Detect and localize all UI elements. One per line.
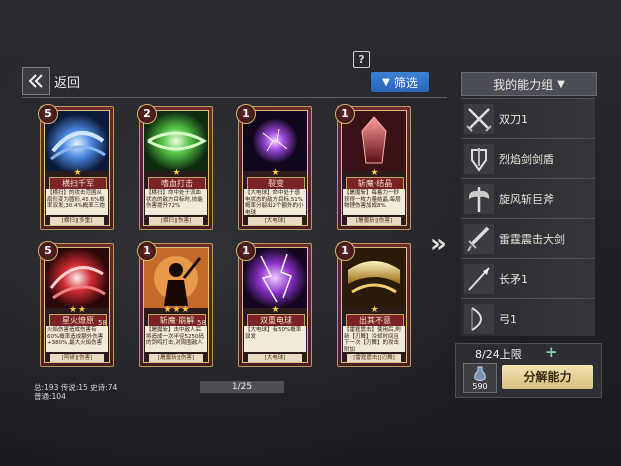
stats-line-2: 普通:104 — [34, 392, 66, 401]
card-tag: [阿研][伤害] — [50, 354, 104, 362]
limit-text: 8/24上限 — [475, 348, 522, 361]
ability-card[interactable]: 1 ★ ★ ★ 斩魔·崩解 58 【屠魔斩】击中敌人后将造成一次半径5250码的剑鸣打击… — [137, 241, 213, 367]
ability-card[interactable]: 1 ★ 双重电球 【大电球】有50%概率双发 [大电球] — [236, 241, 312, 367]
ability-group-item[interactable]: 弓1 — [461, 298, 595, 336]
ability-group-item-label: 旋风斩巨斧 — [499, 193, 554, 206]
ability-card[interactable]: 1 ★ 出其不意 【雷霆震击】使用后,刷新【刃舞】冷却时间且下一次【刃舞】的攻击附加[… — [335, 241, 411, 367]
sword-shield-icon — [464, 144, 494, 174]
card-tag: [大电球] — [248, 354, 302, 362]
ability-group-item-label: 烈焰剑剑盾 — [499, 153, 554, 166]
double-chevron-left-icon — [28, 74, 43, 88]
card-tag: [屠魔斩][伤害] — [149, 354, 203, 362]
resource-count: 590 — [472, 382, 488, 391]
ability-card[interactable]: 1 ★ 斩魔·结晶 【屠魔斩】每着力一秒获得一枚力量结晶,每层物理伤害加成8% [屠魔斩… — [335, 104, 411, 230]
great-sword-icon — [464, 224, 494, 254]
filter-label: 筛选 — [393, 75, 418, 90]
card-cost: 1 — [335, 104, 355, 124]
card-cost: 1 — [137, 241, 157, 261]
help-icon[interactable]: ? — [353, 51, 370, 68]
ability-group-item[interactable]: 双刀1 — [461, 98, 595, 139]
card-description: 【横扫】的攻击范围从扇形变为圆形,45.6%概率双发,30.4%概率三炮 — [46, 189, 108, 215]
resource-slot: 590 — [463, 363, 497, 393]
plus-icon[interactable]: + — [545, 343, 558, 361]
card-cost: 1 — [236, 104, 256, 124]
ability-group-item-label: 弓1 — [499, 313, 517, 326]
ability-card[interactable]: 1 ★ 裂变 【大电球】命中处于感电状态的敌方目标,51%概率分裂出2个额外的小电球[… — [236, 104, 312, 230]
card-description: 【雷霆震击】使用后,刷新【刃舞】冷却时间且下一次【刃舞】的攻击附加 — [343, 326, 405, 352]
dropdown-triangle-icon: ▼ — [557, 78, 565, 90]
filter-triangle-icon: ▼ — [382, 76, 390, 88]
ability-group-item[interactable]: 烈焰剑剑盾 — [461, 138, 595, 179]
ability-group-item[interactable]: 旋风斩巨斧 — [461, 178, 595, 219]
card-cost: 5 — [38, 241, 58, 261]
card-description: 【大电球】命中处于感电状态的敌方目标,51%概率分裂出2个额外的小电球 — [244, 189, 306, 215]
card-stats: 总:193 传说:15 史诗:74 普通:104 — [34, 383, 117, 401]
potion-icon — [474, 366, 486, 381]
ability-card[interactable]: 2 ★ 嗜血打击 【横扫】命中处于流血状态的敌方目标时,技能伤害提升72% [横扫][伤… — [137, 104, 213, 230]
header-divider — [22, 97, 447, 98]
stats-line-1: 总:193 传说:15 史诗:74 — [34, 383, 118, 392]
back-label[interactable]: 返回 — [54, 72, 80, 91]
card-description: 【横扫】命中处于流血状态的敌方目标时,技能伤害提升72% — [145, 189, 207, 215]
ability-group-item-label: 雷霆震击大剑 — [499, 233, 565, 246]
card-tag: [雷霆震击][刃舞] — [347, 354, 401, 362]
bow-icon — [464, 304, 494, 334]
decompose-button[interactable]: 分解能力 — [502, 365, 593, 389]
card-description: 【大电球】有50%概率双发 — [244, 326, 306, 352]
card-description: 【屠魔斩】击中敌人后将造成一次半径5250码的剑鸣打击,对周围敌人 — [145, 326, 207, 352]
card-cost: 1 — [335, 241, 355, 261]
spear-icon — [464, 264, 494, 294]
card-cost: 5 — [38, 104, 58, 124]
card-tag: [大电球] — [248, 217, 302, 225]
ability-group-label: 我的能力组 — [493, 77, 554, 92]
double-chevron-right-icon[interactable]: » — [430, 229, 447, 259]
card-description: 火焰伤害造成伤害有60%概率造成额外伤害+380%,最大火焰伤害 — [46, 326, 108, 352]
ability-group-item[interactable]: 长矛1 — [461, 258, 595, 299]
card-cost: 1 — [236, 241, 256, 261]
ability-group-item-label: 长矛1 — [499, 273, 528, 286]
ability-group-item-label: 双刀1 — [499, 113, 528, 126]
page-indicator: 1/25 — [200, 381, 284, 393]
back-button[interactable] — [22, 67, 50, 95]
dual-blade-icon — [464, 104, 494, 134]
card-description: 【屠魔斩】每着力一秒获得一枚力量结晶,每层物理伤害加成8% — [343, 189, 405, 215]
ability-card[interactable]: 5 ★ ★ 星火燎原 58 火焰伤害造成伤害有60%概率造成额外伤害+380%,最大火焰… — [38, 241, 114, 367]
ability-card[interactable]: 5 ★ 横扫千军 【横扫】的攻击范围从扇形变为圆形,45.6%概率双发,30.4%概率… — [38, 104, 114, 230]
card-tag: [横扫][多重] — [50, 217, 104, 225]
ability-group-list: 双刀1 烈焰剑剑盾 旋风斩巨斧 雷霆震击大剑 长矛1 弓1 — [461, 98, 595, 336]
ability-group-dropdown[interactable]: 我的能力组 ▼ — [461, 72, 597, 96]
great-axe-icon — [464, 184, 494, 214]
filter-button[interactable]: ▼ 筛选 — [371, 72, 429, 92]
ability-group-item[interactable]: 雷霆震击大剑 — [461, 218, 595, 259]
card-tag: [屠魔斩][伤害] — [347, 217, 401, 225]
card-cost: 2 — [137, 104, 157, 124]
card-tag: [横扫][伤害] — [149, 217, 203, 225]
